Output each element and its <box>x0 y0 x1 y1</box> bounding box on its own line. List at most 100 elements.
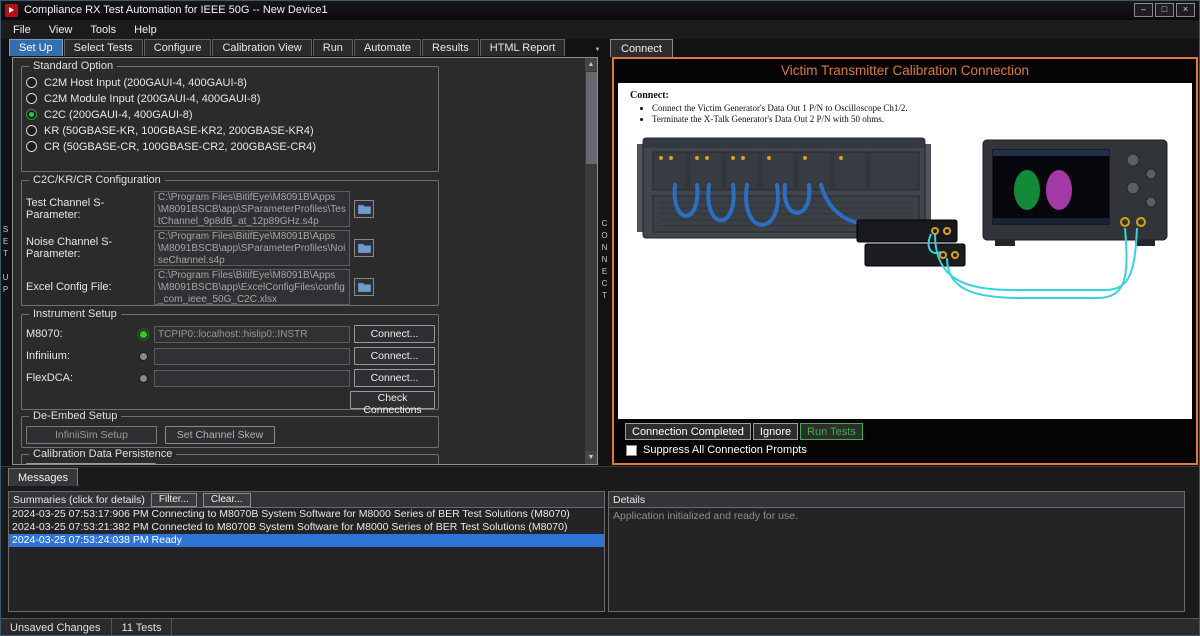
summaries-header: Summaries (click for details) Filter... … <box>8 491 605 508</box>
radio-label: C2M Host Input (200GAUI-4, 400GAUI-8) <box>44 77 247 89</box>
test-channel-path-field[interactable]: C:\Program Files\BitifEye\M8091B\Apps\M8… <box>154 191 350 227</box>
scroll-up-icon[interactable]: ▲ <box>585 58 597 71</box>
suppress-prompts-checkbox[interactable] <box>626 445 637 456</box>
setup-side-tab[interactable]: SET UP <box>0 57 11 465</box>
radio-cr[interactable]: CR (50GBASE-CR, 100GBASE-CR2, 200GBASE-C… <box>26 141 435 152</box>
radio-kr[interactable]: KR (50GBASE-KR, 100GBASE-KR2, 200GBASE-K… <box>26 125 435 136</box>
radio-c2m-host[interactable]: C2M Host Input (200GAUI-4, 400GAUI-8) <box>26 77 435 88</box>
instrument-setup-group: Instrument Setup M8070: TCPIP0::localhos… <box>21 314 439 410</box>
noise-channel-browse-button[interactable] <box>354 239 374 257</box>
standard-option-group: Standard Option C2M Host Input (200GAUI-… <box>21 66 439 172</box>
run-tests-button[interactable]: Run Tests <box>800 423 863 440</box>
tab-html-report[interactable]: HTML Report <box>480 39 566 56</box>
suppress-prompts-row: Suppress All Connection Prompts <box>618 440 1192 456</box>
details-pane[interactable]: Application initialized and ready for us… <box>608 508 1185 612</box>
infiniium-connect-button[interactable]: Connect... <box>354 347 435 365</box>
flexdca-address-field[interactable] <box>154 370 350 387</box>
radio-icon[interactable] <box>26 141 37 152</box>
excel-config-browse-button[interactable] <box>354 278 374 296</box>
infiniium-row: Infiniium: Connect... <box>26 347 435 365</box>
noise-channel-path-field[interactable]: C:\Program Files\BitifEye\M8091B\Apps\M8… <box>154 230 350 266</box>
tab-results[interactable]: Results <box>422 39 479 56</box>
folder-icon <box>358 204 371 214</box>
tab-connect[interactable]: Connect <box>610 39 673 57</box>
flexdca-connect-button[interactable]: Connect... <box>354 369 435 387</box>
menu-file[interactable]: File <box>4 22 40 38</box>
test-channel-label: Test Channel S-Parameter: <box>26 197 154 221</box>
check-connections-button[interactable]: Check Connections <box>350 391 435 409</box>
ignore-button[interactable]: Ignore <box>753 423 798 440</box>
setup-scrollbar[interactable]: ▲ ▼ <box>584 58 597 464</box>
radio-icon-selected[interactable] <box>26 109 37 120</box>
noise-channel-label: Noise Channel S-Parameter: <box>26 236 154 260</box>
menu-help[interactable]: Help <box>125 22 166 38</box>
flexdca-status-led <box>139 374 148 383</box>
instrument-setup-title: Instrument Setup <box>29 308 121 320</box>
connection-completed-button[interactable]: Connection Completed <box>625 423 751 440</box>
close-icon[interactable]: × <box>1176 3 1195 17</box>
scroll-down-icon[interactable]: ▼ <box>585 451 597 464</box>
instruction-item: Connect the Victim Generator's Data Out … <box>652 103 1192 113</box>
noise-channel-row: Noise Channel S-Parameter: C:\Program Fi… <box>26 230 435 266</box>
details-column: Details Application initialized and read… <box>608 491 1185 612</box>
infiniisim-setup-button[interactable]: InfiniiSim Setup <box>26 426 157 444</box>
tab-run[interactable]: Run <box>313 39 353 56</box>
filter-button[interactable]: Filter... <box>151 493 197 507</box>
minimize-icon[interactable]: – <box>1134 3 1153 17</box>
log-row[interactable]: 2024-03-25 07:53:17:906 PM Connecting to… <box>9 508 604 521</box>
menu-view[interactable]: View <box>40 22 82 38</box>
details-text: Application initialized and ready for us… <box>609 508 1184 524</box>
clear-button[interactable]: Clear... <box>203 493 251 507</box>
set-channel-skew-button[interactable]: Set Channel Skew <box>165 426 275 444</box>
deembed-title: De-Embed Setup <box>29 410 121 422</box>
radio-c2m-module[interactable]: C2M Module Input (200GAUI-4, 400GAUI-8) <box>26 93 435 104</box>
details-header-label: Details <box>613 494 645 506</box>
radio-icon[interactable] <box>26 125 37 136</box>
setup-panel: Standard Option C2M Host Input (200GAUI-… <box>12 57 598 465</box>
messages-area: Messages Summaries (click for details) F… <box>0 466 1200 618</box>
m8070-address-field[interactable]: TCPIP0::localhost::hislip0::INSTR <box>154 326 350 343</box>
test-channel-browse-button[interactable] <box>354 200 374 218</box>
summaries-header-label: Summaries (click for details) <box>13 494 145 506</box>
connect-buttons-row: Connection Completed Ignore Run Tests <box>618 421 1192 440</box>
connect-instructions-list: Connect the Victim Generator's Data Out … <box>652 103 1192 124</box>
flexdca-label: FlexDCA: <box>26 372 139 384</box>
check-connections-row: Check Connections <box>26 391 435 409</box>
radio-icon[interactable] <box>26 77 37 88</box>
maximize-icon[interactable]: □ <box>1155 3 1174 17</box>
scrollbar-thumb[interactable] <box>586 72 597 164</box>
radio-label: KR (50GBASE-KR, 100GBASE-KR2, 200GBASE-K… <box>44 125 314 137</box>
m8070-row: M8070: TCPIP0::localhost::hislip0::INSTR… <box>26 325 435 343</box>
summaries-list[interactable]: 2024-03-25 07:53:17:906 PM Connecting to… <box>8 508 605 612</box>
tab-calibration-view[interactable]: Calibration View <box>212 39 311 56</box>
m8070-status-led <box>139 330 148 339</box>
radio-icon[interactable] <box>26 93 37 104</box>
radio-label: CR (50GBASE-CR, 100GBASE-CR2, 200GBASE-C… <box>44 141 316 153</box>
tab-automate[interactable]: Automate <box>354 39 421 56</box>
connect-side-tab[interactable]: CONNECT <box>599 57 610 465</box>
calibration-persistence-group: Calibration Data Persistence <box>21 454 439 465</box>
tab-select-tests[interactable]: Select Tests <box>64 39 143 56</box>
messages-tab[interactable]: Messages <box>8 468 78 486</box>
configuration-group: C2C/KR/CR Configuration Test Channel S-P… <box>21 180 439 306</box>
log-row-selected[interactable]: 2024-03-25 07:53:24:038 PM Ready <box>9 534 604 547</box>
tab-overflow-chevron-icon[interactable]: ▼ <box>592 44 603 55</box>
infiniium-address-field[interactable] <box>154 348 350 365</box>
menu-tools[interactable]: Tools <box>81 22 125 38</box>
window-controls: – □ × <box>1134 3 1195 17</box>
instruction-item: Terminate the X-Talk Generator's Data Ou… <box>652 114 1192 124</box>
tab-configure[interactable]: Configure <box>144 39 212 56</box>
calibration-persistence-button-partial[interactable] <box>26 463 156 465</box>
folder-icon <box>358 282 371 292</box>
connect-bottom-bar: Connection Completed Ignore Run Tests Su… <box>618 421 1192 461</box>
connection-photo <box>635 130 1175 320</box>
radio-c2c[interactable]: C2C (200GAUI-4, 400GAUI-8) <box>26 109 435 120</box>
log-row[interactable]: 2024-03-25 07:53:21:382 PM Connected to … <box>9 521 604 534</box>
m8070-label: M8070: <box>26 328 139 340</box>
excel-config-path-field[interactable]: C:\Program Files\BitifEye\M8091B\Apps\M8… <box>154 269 350 305</box>
test-channel-row: Test Channel S-Parameter: C:\Program Fil… <box>26 191 435 227</box>
connection-view-title: Victim Transmitter Calibration Connectio… <box>614 59 1196 78</box>
tab-set-up[interactable]: Set Up <box>9 39 63 56</box>
m8070-connect-button[interactable]: Connect... <box>354 325 435 343</box>
details-header: Details <box>608 491 1185 508</box>
